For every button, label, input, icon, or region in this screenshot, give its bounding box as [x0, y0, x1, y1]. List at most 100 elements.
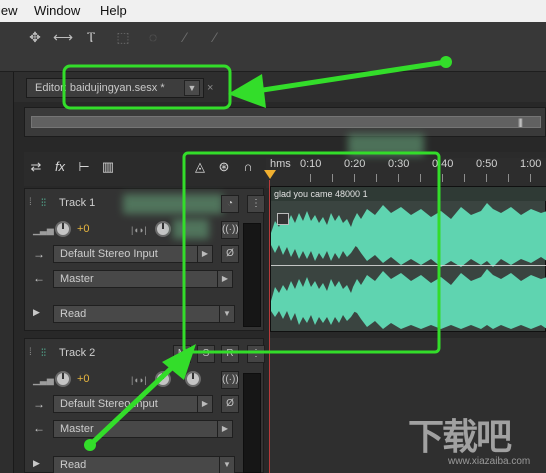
automation-dropdown-icon[interactable]: ▼ [219, 305, 235, 323]
audio-track-icon: ⫶⫶ [41, 348, 46, 359]
track-grip-icon[interactable]: ⁞ [29, 347, 32, 358]
audio-clip[interactable]: glad you came 48000 1 [270, 186, 546, 332]
track-2-menu-button[interactable]: ⋮ [247, 345, 265, 363]
track-1-output-select[interactable]: Master [53, 270, 219, 288]
track-name[interactable]: Track 2 [59, 347, 95, 359]
automation-dropdown-icon[interactable]: ▼ [219, 456, 235, 473]
eq-icon[interactable]: ▥ [98, 157, 118, 177]
headphones-icon[interactable]: ∩ [238, 157, 258, 177]
ruler-tick [310, 174, 311, 182]
brush-icon[interactable]: ⁄ [174, 28, 196, 46]
track-2-phase-button[interactable]: Ø [221, 395, 239, 413]
session-overview: ||| [24, 107, 546, 137]
track-2-record-button[interactable]: R [221, 345, 239, 363]
ruler-label: 0:30 [388, 158, 410, 170]
track-2-volume-value[interactable]: +0 [77, 373, 90, 385]
switch-icon[interactable]: ⇄ [26, 157, 46, 177]
track-1-volume-knob[interactable] [55, 221, 71, 237]
ruler-tick [464, 174, 465, 182]
track-2-mute-button[interactable]: M [173, 345, 191, 363]
track-grip-icon[interactable]: ⁞ [29, 197, 32, 208]
sends-icon[interactable]: ⊢ [74, 157, 94, 177]
time-ruler[interactable]: hms 0:10 0:20 0:30 0:40 0:50 1:00 [266, 158, 546, 188]
panel-tab-row: Editor: baidujingyan.sesx * ▼ × [0, 72, 546, 102]
track-1-stereo-button[interactable]: ((·)) [221, 221, 239, 239]
output-expand-icon[interactable]: ▶ [217, 270, 233, 288]
track-2-output-select[interactable]: Master [53, 420, 219, 438]
snap-icon[interactable]: ⊛ [214, 157, 234, 177]
output-arrow-icon: ← [33, 271, 45, 285]
ruler-label: 0:50 [476, 158, 498, 170]
menu-view[interactable]: iew [0, 3, 18, 18]
left-panel-edge [0, 72, 14, 473]
metronome-icon[interactable]: ◬ [190, 157, 210, 177]
output-arrow-icon: ← [33, 421, 45, 435]
razor-icon[interactable]: Ⲧ [80, 28, 102, 46]
tab-close-icon[interactable]: × [207, 82, 213, 94]
ruler-label: 0:40 [432, 158, 454, 170]
track-name[interactable]: Track 1 [59, 197, 95, 209]
ruler-tick [398, 174, 399, 182]
track-2-stereo-button[interactable]: ((·)) [221, 371, 239, 389]
track-1-level-meter [243, 223, 261, 327]
audio-track-icon: ⫶⫶ [41, 198, 46, 209]
move-tool-icon[interactable]: ✥ [24, 28, 46, 46]
playhead-marker[interactable] [264, 170, 276, 179]
menu-window[interactable]: Window [34, 3, 80, 18]
track-2-aux-knob[interactable] [185, 371, 201, 387]
blurred-region [348, 134, 424, 156]
automation-expand-icon[interactable]: ▶ [33, 458, 40, 469]
track-2-pan-knob[interactable] [155, 371, 171, 387]
ruler-tick [420, 174, 421, 182]
editor-tab[interactable]: Editor: baidujingyan.sesx * [26, 78, 204, 98]
volume-meter-icon: ▁▃▅ [33, 225, 54, 235]
clip-title: glad you came 48000 1 [271, 187, 546, 201]
pan-meter-icon: |◖◗| [131, 375, 147, 385]
blurred-region [173, 219, 209, 239]
track-1-phase-button[interactable]: Ø [221, 245, 239, 263]
audition-window: iew Window Help ✥ ⟷ Ⲧ ⬚ ◌ ⁄ ⁄ Editor: ba… [0, 0, 546, 473]
track-2-volume-knob[interactable] [55, 371, 71, 387]
clip-fade-handle[interactable] [277, 213, 289, 225]
input-expand-icon[interactable]: ▶ [197, 395, 213, 413]
track-1-volume-value[interactable]: +0 [77, 223, 90, 235]
input-expand-icon[interactable]: ▶ [197, 245, 213, 263]
waveform-channel-1-main [351, 203, 546, 267]
track-1-menu-button[interactable]: ⋮ [247, 195, 265, 213]
input-arrow-icon: → [33, 247, 45, 261]
track-1-automation-select[interactable]: Read [53, 305, 221, 323]
overview-scrollbar[interactable]: ||| [31, 116, 541, 128]
overview-grip-icon[interactable]: ||| [518, 117, 523, 127]
track-1-pan-knob[interactable] [155, 221, 171, 237]
track-2-input-select[interactable]: Default Stereo Input [53, 395, 199, 413]
waveform [271, 203, 546, 329]
ruler-tick [508, 174, 509, 182]
channel-separator [271, 265, 546, 266]
fx-icon[interactable]: fx [50, 157, 70, 177]
automation-expand-icon[interactable]: ▶ [33, 307, 40, 318]
menu-help[interactable]: Help [100, 3, 127, 18]
track-2-automation-select[interactable]: Read [53, 456, 221, 473]
ruler-tick [530, 174, 531, 182]
time-selection-icon[interactable]: ⟷ [52, 28, 74, 46]
output-expand-icon[interactable]: ▶ [217, 420, 233, 438]
watermark: 下载吧 [408, 417, 512, 458]
marquee-icon[interactable]: ⬚ [112, 28, 134, 46]
watermark-url: www.xiazaiba.com [448, 456, 531, 467]
ruler-tick [332, 174, 333, 182]
blurred-region [123, 194, 223, 214]
menu-bar: iew Window Help [0, 0, 546, 22]
track-1-input-monitor-button[interactable]: ◔ [221, 195, 239, 213]
ruler-tick [354, 174, 355, 182]
ruler-tick [376, 174, 377, 182]
ruler-label: hms [270, 158, 291, 170]
ruler-tick [486, 174, 487, 182]
tab-dropdown-icon[interactable]: ▼ [184, 80, 200, 96]
track-1-input-select[interactable]: Default Stereo Input [53, 245, 199, 263]
waveform-channel-2-main [351, 269, 546, 329]
lasso-icon[interactable]: ◌ [142, 28, 164, 46]
track-2-solo-button[interactable]: S [197, 345, 215, 363]
ruler-label: 0:10 [300, 158, 322, 170]
waveform-channel-2 [271, 277, 357, 325]
healing-icon[interactable]: ⁄ [204, 28, 226, 46]
